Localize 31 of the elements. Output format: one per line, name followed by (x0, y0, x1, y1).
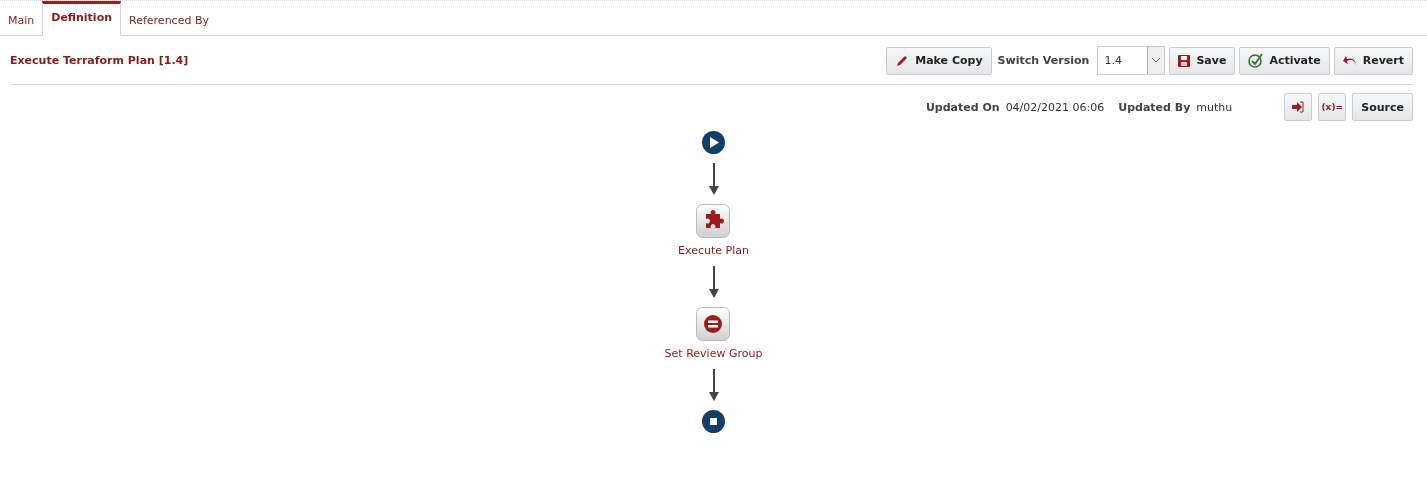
node-label: Execute Plan (678, 244, 749, 257)
check-circle-icon (1248, 53, 1264, 68)
flow-arrow (708, 369, 719, 401)
flow-arrow (708, 163, 719, 195)
version-select[interactable]: 1.4 (1097, 46, 1166, 75)
import-button[interactable] (1284, 93, 1313, 121)
flow-arrow (708, 266, 719, 298)
pencil-icon (895, 53, 910, 68)
tab[interactable]: Referenced By (121, 7, 217, 35)
equals-icon[interactable] (696, 307, 731, 341)
undo-icon (1342, 54, 1357, 67)
puzzle-icon[interactable] (696, 204, 731, 238)
tab[interactable]: Main (0, 7, 43, 35)
updated-by-label: Updated By (1118, 100, 1191, 114)
variables-button[interactable]: (x)= (1318, 93, 1347, 121)
tab[interactable]: Definition (42, 1, 122, 36)
start-node-icon[interactable] (702, 131, 725, 154)
node-label: Set Review Group (664, 347, 763, 360)
sign-in-icon (1292, 101, 1305, 113)
updated-on-label: Updated On (925, 100, 1000, 114)
updated-on-value: 04/02/2021 06:06 (1005, 100, 1105, 114)
activate-button[interactable]: Activate (1239, 46, 1330, 75)
chevron-down-icon (1152, 58, 1161, 63)
make-copy-button[interactable]: Make Copy (886, 46, 992, 75)
switch-version-label: Switch Version (997, 54, 1090, 67)
save-button[interactable]: Save (1169, 46, 1236, 75)
revert-button[interactable]: Revert (1333, 46, 1413, 75)
end-node-icon[interactable] (702, 410, 725, 433)
source-button[interactable]: Source (1352, 93, 1413, 121)
updated-by-value: muthu (1196, 100, 1233, 114)
page-title: Execute Terraform Plan [1.4] (10, 54, 190, 67)
